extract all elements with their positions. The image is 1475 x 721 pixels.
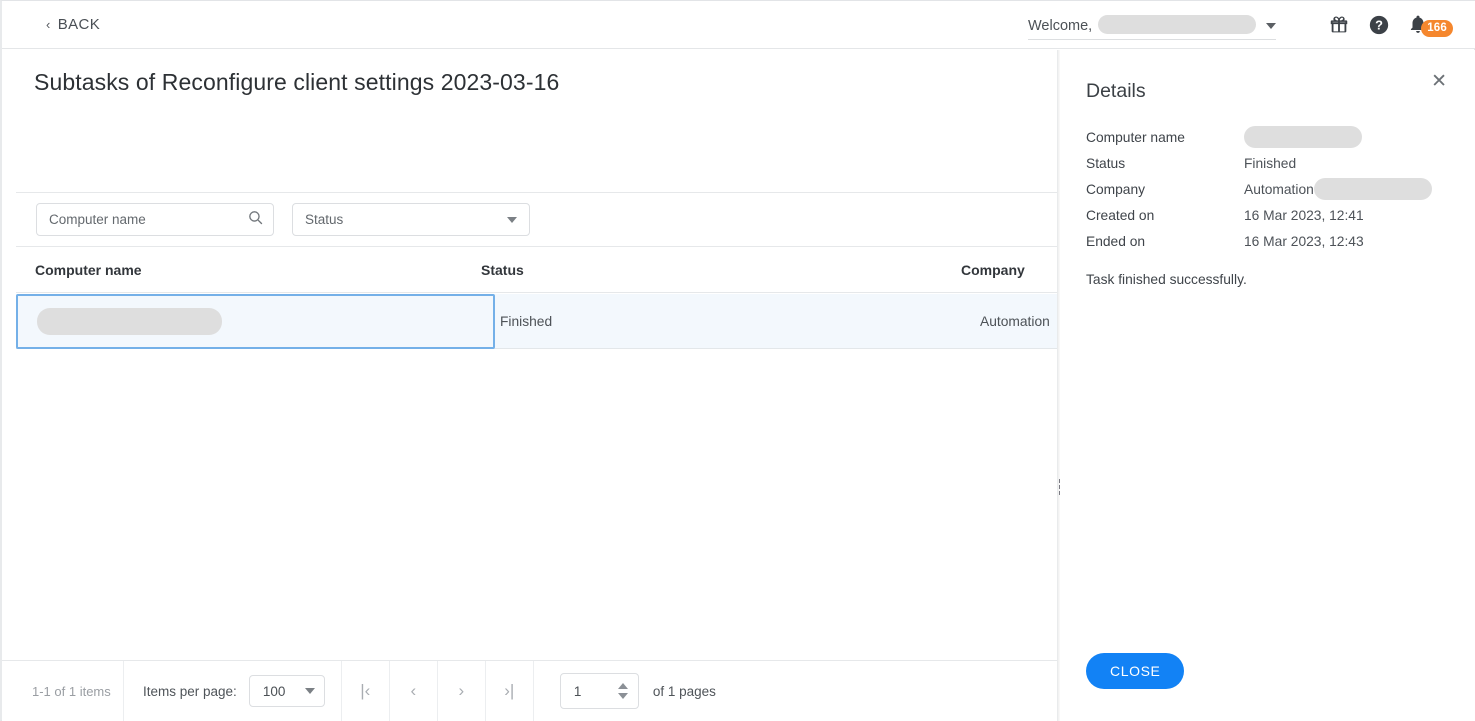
notification-bell-icon[interactable]: 166 <box>1408 14 1453 35</box>
page-title: Subtasks of Reconfigure client settings … <box>34 69 1057 96</box>
user-menu[interactable]: Welcome, <box>1028 10 1276 40</box>
close-button[interactable]: CLOSE <box>1086 653 1184 689</box>
page-number-group: 1 of 1 pages <box>534 673 716 709</box>
back-button-label: BACK <box>58 16 100 33</box>
top-bar: ‹ BACK Welcome, ? <box>2 1 1475 49</box>
stepper-up-icon[interactable] <box>618 683 628 689</box>
detail-label: Computer name <box>1086 130 1244 145</box>
detail-row-status: Status Finished <box>1086 150 1456 176</box>
cell-company: Automation <box>980 314 1050 329</box>
items-per-page-group: Items per page: 100 <box>124 661 342 721</box>
detail-value: 16 Mar 2023, 12:41 <box>1244 208 1364 223</box>
close-icon[interactable]: ✕ <box>1431 72 1447 91</box>
welcome-label: Welcome, <box>1028 18 1092 34</box>
app-window: ‹ BACK Welcome, ? <box>0 0 1475 721</box>
help-icon[interactable]: ? <box>1368 14 1390 36</box>
details-panel: Details ✕ Computer name Status Finished … <box>1060 50 1475 721</box>
column-header-computer-name[interactable]: Computer name <box>16 262 481 278</box>
items-per-page-select[interactable]: 100 <box>249 675 325 707</box>
chevron-down-icon[interactable] <box>507 217 517 223</box>
paginator: 1-1 of 1 items Items per page: 100 |‹ ‹ … <box>2 660 1057 721</box>
gift-icon[interactable] <box>1328 14 1350 36</box>
next-page-button[interactable]: › <box>438 661 486 721</box>
stepper-down-icon[interactable] <box>618 693 628 699</box>
page-number-value: 1 <box>574 684 582 699</box>
top-bar-icons: ? 166 <box>1328 14 1453 36</box>
chevron-down-icon[interactable] <box>305 688 315 694</box>
column-header-status[interactable]: Status <box>481 262 961 278</box>
task-result-message: Task finished successfully. <box>1086 272 1247 287</box>
items-range-label: 1-1 of 1 items <box>2 661 124 721</box>
total-pages-label: of 1 pages <box>653 684 716 699</box>
detail-label: Created on <box>1086 208 1244 223</box>
detail-value: Automation <box>1244 178 1432 200</box>
first-page-button[interactable]: |‹ <box>342 661 390 721</box>
detail-row-computer-name: Computer name <box>1086 124 1456 150</box>
detail-value-text: Automation <box>1244 182 1314 197</box>
details-panel-title: Details <box>1086 80 1146 103</box>
detail-value: 16 Mar 2023, 12:43 <box>1244 234 1364 249</box>
top-bar-right: Welcome, ? <box>1028 1 1475 49</box>
table-header: Computer name Status Company <box>16 246 1057 293</box>
items-per-page-value: 100 <box>263 684 286 699</box>
previous-page-button[interactable]: ‹ <box>390 661 438 721</box>
filter-bar: Status <box>16 192 1057 246</box>
chevron-down-icon[interactable] <box>1266 23 1276 29</box>
detail-label: Company <box>1086 182 1244 197</box>
chevron-left-icon: ‹ <box>46 18 51 31</box>
items-per-page-label: Items per page: <box>143 684 237 699</box>
computer-name-redacted <box>37 308 222 335</box>
status-filter-label: Status <box>305 212 343 227</box>
details-field-list: Computer name Status Finished Company Au… <box>1086 124 1456 254</box>
page-number-stepper[interactable] <box>618 683 628 699</box>
computer-name-redacted <box>1244 126 1362 148</box>
detail-row-created-on: Created on 16 Mar 2023, 12:41 <box>1086 202 1456 228</box>
notification-badge: 166 <box>1421 20 1453 37</box>
cell-status: Finished <box>500 314 552 329</box>
detail-row-company: Company Automation <box>1086 176 1456 202</box>
main-content: Subtasks of Reconfigure client settings … <box>2 50 1057 721</box>
status-filter-select[interactable]: Status <box>292 203 530 236</box>
detail-value: Finished <box>1244 156 1296 171</box>
search-icon[interactable] <box>247 209 264 231</box>
page-number-input[interactable]: 1 <box>560 673 639 709</box>
detail-row-ended-on: Ended on 16 Mar 2023, 12:43 <box>1086 228 1456 254</box>
company-redacted <box>1314 178 1432 200</box>
detail-value <box>1244 126 1362 148</box>
detail-label: Ended on <box>1086 234 1244 249</box>
search-input[interactable] <box>49 212 247 227</box>
cell-computer-name-selected[interactable] <box>16 294 495 349</box>
table-row[interactable]: Finished Automation <box>16 294 1057 349</box>
username-redacted <box>1098 15 1256 34</box>
last-page-button[interactable]: ›| <box>486 661 534 721</box>
svg-text:?: ? <box>1375 17 1383 32</box>
back-button[interactable]: ‹ BACK <box>46 16 100 33</box>
computer-name-search[interactable] <box>36 203 274 236</box>
detail-label: Status <box>1086 156 1244 171</box>
column-header-company[interactable]: Company <box>961 262 1057 278</box>
